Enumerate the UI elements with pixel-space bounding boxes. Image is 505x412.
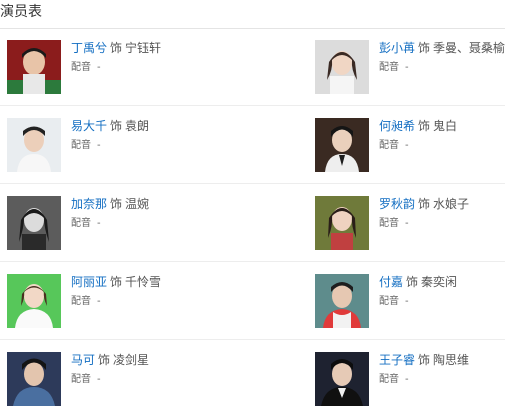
- plays-label: 饰: [110, 41, 123, 55]
- plays-label: 饰: [110, 275, 123, 289]
- actor-photo[interactable]: [315, 352, 369, 406]
- actor-name-link[interactable]: 丁禹兮: [71, 41, 107, 55]
- cast-item[interactable]: 丁禹兮饰宁钰轩 配音 -: [7, 40, 227, 100]
- plays-label: 饰: [110, 119, 123, 133]
- actor-photo[interactable]: [315, 274, 369, 328]
- cast-item[interactable]: 王子睿饰陶思维 配音 -: [315, 352, 505, 412]
- dub-label: 配音: [71, 218, 91, 229]
- role-name: 季曼、聂桑榆: [433, 41, 505, 55]
- cast-item[interactable]: 付嘉饰秦奕闲 配音 -: [315, 274, 505, 334]
- dub-value: -: [405, 296, 409, 307]
- cast-item[interactable]: 何昶希饰鬼白 配音 -: [315, 118, 505, 178]
- cast-item[interactable]: 加奈那饰温婉 配音 -: [7, 196, 227, 256]
- actor-photo[interactable]: [7, 274, 61, 328]
- dub-label: 配音: [379, 374, 399, 385]
- dub-value: -: [97, 296, 101, 307]
- cast-item[interactable]: 马可饰凌剑星 配音 -: [7, 352, 227, 412]
- plays-label: 饰: [110, 197, 123, 211]
- role-name: 凌剑星: [113, 353, 150, 367]
- role-name: 陶思维: [433, 353, 470, 367]
- cast-item[interactable]: 罗秋韵饰水娘子 配音 -: [315, 196, 505, 256]
- actor-photo[interactable]: [7, 352, 61, 406]
- actor-name-link[interactable]: 马可: [71, 353, 95, 367]
- dub-value: -: [97, 62, 101, 73]
- dub-value: -: [405, 62, 409, 73]
- row-divider: [0, 339, 505, 340]
- dub-label: 配音: [379, 296, 399, 307]
- dub-label: 配音: [71, 62, 91, 73]
- plays-label: 饰: [418, 119, 431, 133]
- dub-value: -: [97, 218, 101, 229]
- dub-label: 配音: [71, 296, 91, 307]
- dub-label: 配音: [379, 140, 399, 151]
- role-name: 秦奕闲: [421, 275, 458, 289]
- dub-value: -: [97, 374, 101, 385]
- row-divider: [0, 183, 505, 184]
- actor-name-link[interactable]: 何昶希: [379, 119, 415, 133]
- actor-photo[interactable]: [315, 40, 369, 94]
- role-name: 鬼白: [433, 119, 458, 133]
- role-name: 水娘子: [433, 197, 470, 211]
- actor-name-link[interactable]: 罗秋韵: [379, 197, 415, 211]
- row-divider: [0, 261, 505, 262]
- actor-photo[interactable]: [7, 40, 61, 94]
- dub-value: -: [97, 140, 101, 151]
- dub-label: 配音: [379, 218, 399, 229]
- dub-value: -: [405, 140, 409, 151]
- actor-photo[interactable]: [7, 118, 61, 172]
- section-title: 演员表: [0, 4, 42, 20]
- actor-name-link[interactable]: 阿丽亚: [71, 275, 107, 289]
- cast-section-header: 演员表: [0, 0, 505, 29]
- row-divider: [0, 105, 505, 106]
- actor-name-link[interactable]: 彭小苒: [379, 41, 415, 55]
- plays-label: 饰: [406, 275, 419, 289]
- actor-photo[interactable]: [315, 118, 369, 172]
- dub-label: 配音: [379, 62, 399, 73]
- actor-name-link[interactable]: 加奈那: [71, 197, 107, 211]
- plays-label: 饰: [98, 353, 111, 367]
- role-name: 千怜雪: [125, 275, 162, 289]
- role-name: 袁朗: [125, 119, 150, 133]
- cast-item[interactable]: 易大千饰袁朗 配音 -: [7, 118, 227, 178]
- cast-item[interactable]: 阿丽亚饰千怜雪 配音 -: [7, 274, 227, 334]
- actor-name-link[interactable]: 王子睿: [379, 353, 415, 367]
- dub-label: 配音: [71, 374, 91, 385]
- dub-value: -: [405, 374, 409, 385]
- actor-name-link[interactable]: 付嘉: [379, 275, 403, 289]
- actor-name-link[interactable]: 易大千: [71, 119, 107, 133]
- cast-item[interactable]: 彭小苒饰季曼、聂桑榆 配音 -: [315, 40, 505, 100]
- dub-value: -: [405, 218, 409, 229]
- plays-label: 饰: [418, 197, 431, 211]
- plays-label: 饰: [418, 353, 431, 367]
- plays-label: 饰: [418, 41, 431, 55]
- dub-label: 配音: [71, 140, 91, 151]
- actor-photo[interactable]: [7, 196, 61, 250]
- role-name: 温婉: [125, 197, 150, 211]
- role-name: 宁钰轩: [125, 41, 162, 55]
- actor-photo[interactable]: [315, 196, 369, 250]
